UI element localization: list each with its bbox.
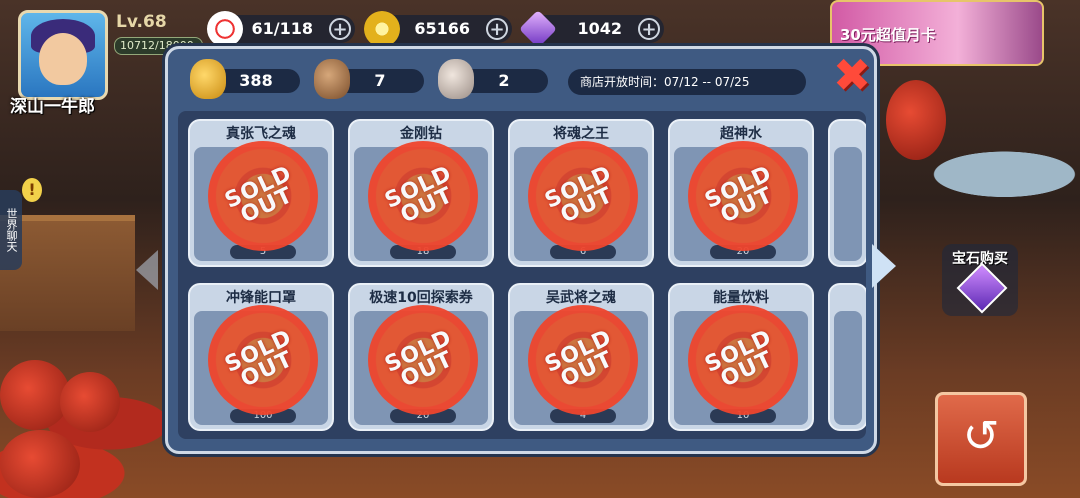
gold-coin-icon — [364, 11, 400, 47]
alert-icon[interactable]: ! — [22, 178, 42, 202]
sold-out-label: SOLD OUT — [221, 325, 298, 393]
red-lantern — [60, 372, 120, 432]
sold-out-label: SOLD OUT — [381, 161, 458, 229]
sold-out-label: SOLD OUT — [541, 161, 618, 229]
gold-bag-icon — [190, 59, 226, 99]
silver-bag-icon — [438, 59, 474, 99]
shop-panel: 388 7 2 商店开放时间：07/12 -- 07/25 ✖ 真张飞之魂 5 … — [165, 46, 877, 454]
item-name: 冲锋能口罩 — [226, 290, 296, 306]
currency-brown-bag: 7 — [314, 59, 424, 99]
shop-item-card[interactable]: 金刚钻 18 SOLD OUT — [348, 119, 494, 267]
add-gold-button[interactable]: + — [486, 18, 508, 40]
sold-out-label: SOLD OUT — [381, 325, 458, 393]
sold-out-stamp: SOLD OUT — [528, 141, 638, 251]
world-chat-tab[interactable]: 世界聊天 — [0, 190, 22, 270]
add-gem-button[interactable]: + — [638, 18, 660, 40]
shop-item-card[interactable]: 冲锋能口罩 100 SOLD OUT — [188, 283, 334, 431]
sold-out-label: SOLD OUT — [701, 161, 778, 229]
avatar-face — [39, 33, 87, 85]
player-name: 深山一牛郎 — [10, 97, 95, 117]
item-name: 超神水 — [720, 126, 762, 142]
player-level: Lv.68 — [116, 12, 167, 32]
currency-gold-bag: 388 — [190, 59, 300, 99]
sold-out-stamp: SOLD OUT — [368, 141, 478, 251]
red-lantern — [0, 360, 70, 430]
red-lantern — [886, 80, 946, 160]
silver-bag-value: 2 — [498, 71, 510, 90]
shop-item-card[interactable]: 能量饮料 10 SOLD OUT — [668, 283, 814, 431]
shop-item-card[interactable]: 极速10回探索券 20 SOLD OUT — [348, 283, 494, 431]
gem-icon — [956, 262, 1008, 314]
sold-out-label: SOLD OUT — [221, 161, 298, 229]
item-name: 极速10回探索券 — [369, 290, 473, 306]
brown-bag-icon — [314, 59, 350, 99]
arrow-right-icon[interactable] — [872, 244, 896, 288]
resource-gem: 1042 + — [518, 9, 664, 49]
promo-label: 30元超值月卡 — [840, 26, 936, 44]
sold-out-stamp: SOLD OUT — [368, 305, 478, 415]
sold-out-stamp: SOLD OUT — [688, 141, 798, 251]
item-body — [834, 311, 862, 425]
sold-out-stamp: SOLD OUT — [688, 305, 798, 415]
currency-silver-bag: 2 — [438, 59, 548, 99]
gold-bag-value: 388 — [239, 71, 273, 90]
shop-item-card[interactable]: 将魂之王 6 SOLD OUT — [508, 119, 654, 267]
item-name: 真张飞之魂 — [226, 126, 296, 142]
close-button[interactable]: ✖ — [830, 52, 874, 99]
item-name: 吴武将之魂 — [546, 290, 616, 306]
shop-open-time: 商店开放时间：07/12 -- 07/25 — [568, 69, 806, 95]
resource-dice: 61/118 + — [207, 11, 355, 47]
sold-out-label: SOLD OUT — [541, 325, 618, 393]
shop-item-card[interactable]: 真张飞之魂 5 SOLD OUT — [188, 119, 334, 267]
shop-item-card[interactable]: 超神水 20 SOLD OUT — [668, 119, 814, 267]
item-body — [834, 147, 862, 261]
gem-purchase-button[interactable]: 宝石购买 — [942, 244, 1018, 316]
player-avatar[interactable] — [18, 10, 108, 100]
red-lantern — [0, 430, 80, 498]
back-button[interactable]: ↺ — [935, 392, 1027, 486]
shop-item-card-partial[interactable] — [828, 283, 866, 431]
item-name: 将魂之王 — [553, 126, 609, 142]
item-name: 能量饮料 — [713, 290, 769, 306]
sold-out-stamp: SOLD OUT — [208, 141, 318, 251]
item-name: 金刚钻 — [400, 126, 442, 142]
brown-bag-value: 7 — [374, 71, 386, 90]
gem-value: 1042 — [577, 19, 622, 38]
shop-item-card[interactable]: 吴武将之魂 4 SOLD OUT — [508, 283, 654, 431]
gold-value: 65166 — [414, 19, 470, 38]
shop-grid: 真张飞之魂 5 SOLD OUT 金刚钻 18 SOLD OUT 将魂之王 6 … — [178, 111, 866, 439]
sold-out-label: SOLD OUT — [701, 325, 778, 393]
dice-icon — [207, 11, 243, 47]
sold-out-stamp: SOLD OUT — [528, 305, 638, 415]
resource-gold: 65166 + — [364, 11, 512, 47]
arrow-left-icon[interactable] — [136, 250, 158, 290]
add-dice-button[interactable]: + — [329, 18, 351, 40]
dice-value: 61/118 — [251, 19, 313, 38]
sold-out-stamp: SOLD OUT — [208, 305, 318, 415]
shop-item-card-partial[interactable] — [828, 119, 866, 267]
